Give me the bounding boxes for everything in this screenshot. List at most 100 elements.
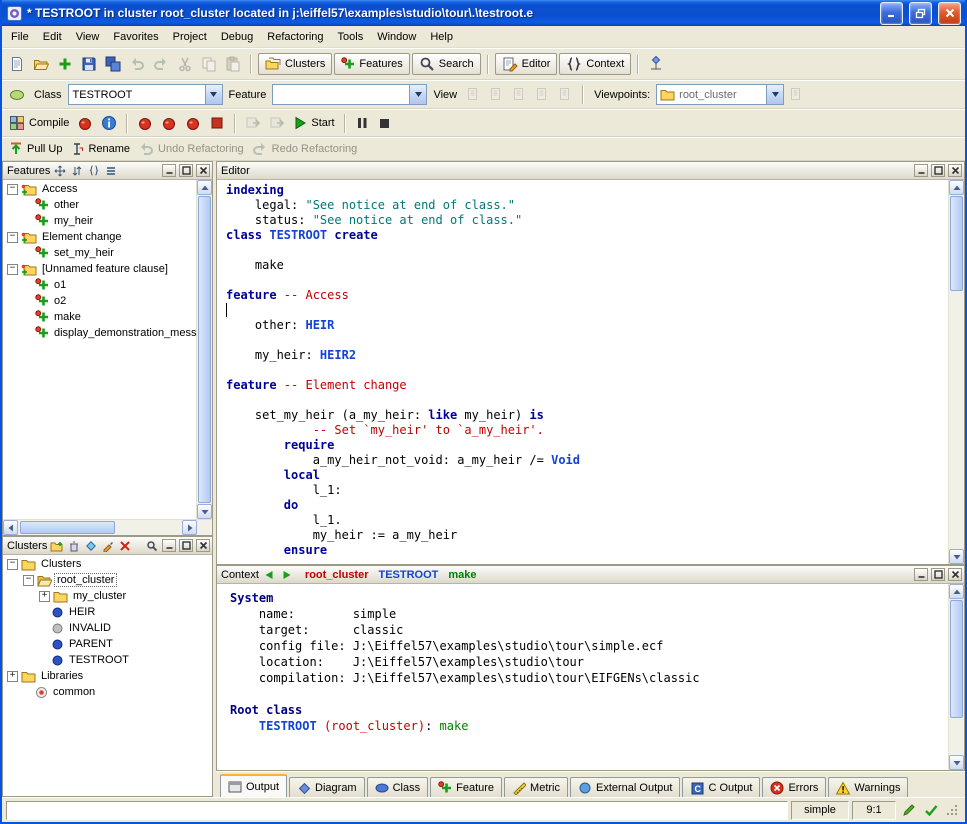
scroll-track[interactable] (197, 195, 212, 504)
features-list-button[interactable] (103, 164, 118, 178)
scroll-thumb[interactable] (20, 521, 115, 534)
scroll-up-button[interactable] (197, 180, 212, 195)
features-move-button[interactable] (52, 164, 67, 178)
menu-edit[interactable]: Edit (36, 28, 69, 46)
collapse-toggle[interactable]: − (7, 559, 18, 570)
tab-feature[interactable]: Feature (430, 777, 502, 797)
context-minimize-button[interactable] (914, 568, 928, 581)
class-view-button[interactable] (6, 84, 28, 106)
features-minimize-button[interactable] (162, 164, 176, 177)
scroll-thumb[interactable] (950, 196, 963, 291)
editor-code-area[interactable]: indexing legal: "See notice at end of cl… (217, 180, 948, 564)
open-button[interactable] (30, 53, 52, 75)
context-crumb-feature[interactable]: make (448, 569, 476, 581)
context-text-area[interactable]: System name: simple target: classic conf… (217, 584, 948, 770)
tree-item-my-heir[interactable]: my_heir (3, 213, 196, 229)
save-all-button[interactable] (102, 53, 124, 75)
close-button[interactable] (938, 2, 961, 25)
context-toggle-button[interactable]: Context (559, 53, 631, 75)
edit-cluster-button[interactable] (100, 539, 115, 553)
view-clickable-button[interactable] (486, 84, 507, 105)
tree-item-o2[interactable]: o2 (3, 293, 196, 309)
collapse-toggle[interactable]: − (7, 232, 18, 243)
context-maximize-button[interactable] (931, 568, 945, 581)
save-button[interactable] (78, 53, 100, 75)
context-close-button[interactable] (948, 568, 962, 581)
view-contract-button[interactable] (532, 84, 553, 105)
tree-item-other[interactable]: other (3, 197, 196, 213)
scroll-thumb[interactable] (950, 600, 963, 718)
info-button[interactable] (98, 112, 120, 134)
tree-item-o1[interactable]: o1 (3, 277, 196, 293)
tab-metric[interactable]: Metric (504, 777, 568, 797)
menu-help[interactable]: Help (423, 28, 460, 46)
step-over-button[interactable] (242, 112, 264, 134)
step-into-button[interactable] (266, 112, 288, 134)
scroll-track[interactable] (949, 599, 964, 755)
tab-warnings[interactable]: Warnings (828, 777, 908, 797)
diagram-view-button[interactable] (83, 539, 98, 553)
clusters-close-button[interactable] (196, 539, 210, 552)
menu-file[interactable]: File (4, 28, 36, 46)
feature-combo[interactable] (272, 84, 427, 105)
rename-button[interactable]: Rename (67, 139, 133, 159)
collapse-toggle[interactable]: − (7, 264, 18, 275)
new-cluster-button[interactable] (49, 539, 64, 553)
pull-up-button[interactable]: Pull Up (6, 139, 65, 159)
class-combo[interactable]: TESTROOT (68, 84, 223, 105)
clusters-search-button[interactable] (144, 539, 159, 553)
resize-grip[interactable] (943, 801, 962, 820)
compile-button[interactable]: Compile (6, 112, 72, 134)
features-sort-button[interactable] (69, 164, 84, 178)
viewpoints-extra-button[interactable] (786, 84, 807, 105)
clusters-maximize-button[interactable] (179, 539, 193, 552)
context-crumb-class[interactable]: TESTROOT (379, 569, 439, 581)
scroll-up-button[interactable] (949, 180, 964, 195)
tab-output[interactable]: Output (220, 774, 287, 797)
features-clauses-button[interactable] (86, 164, 101, 178)
tree-item-clusters[interactable]: −Clusters (3, 556, 212, 572)
tree-item-make[interactable]: make (3, 309, 196, 325)
menu-tools[interactable]: Tools (331, 28, 371, 46)
scroll-thumb[interactable] (198, 196, 211, 503)
tree-item-my-cluster[interactable]: +my_cluster (3, 588, 212, 604)
cut-button[interactable] (174, 53, 196, 75)
remove-cluster-button[interactable] (117, 539, 132, 553)
search-toggle-button[interactable]: Search (412, 53, 481, 75)
tree-item-root-cluster[interactable]: −root_cluster (3, 572, 212, 588)
collapse-toggle[interactable]: − (23, 575, 34, 586)
tree-item-invalid[interactable]: INVALID (3, 620, 212, 636)
tab-c-output[interactable]: CC Output (682, 777, 760, 797)
tree-item-display-demonstration-messa[interactable]: display_demonstration_messa (3, 325, 196, 341)
add-button[interactable] (54, 53, 76, 75)
menu-view[interactable]: View (69, 28, 107, 46)
tree-item-libraries[interactable]: +Libraries (3, 668, 212, 684)
pause-button[interactable] (352, 113, 372, 133)
class-combo-dropdown[interactable] (205, 85, 222, 104)
view-basic-button[interactable] (463, 84, 484, 105)
tree-item-testroot[interactable]: TESTROOT (3, 652, 212, 668)
tree-item-access[interactable]: −Access (3, 181, 196, 197)
tree-item-unnamed-feature-clause[interactable]: −[Unnamed feature clause] (3, 261, 196, 277)
undo-refactoring-button[interactable]: Undo Refactoring (135, 138, 247, 160)
tree-item-parent[interactable]: PARENT (3, 636, 212, 652)
viewpoints-combo-dropdown[interactable] (766, 85, 783, 104)
editor-toggle-button[interactable]: Editor (495, 53, 558, 75)
features-toggle-button[interactable]: Features (334, 53, 409, 75)
finalize-button[interactable] (182, 112, 204, 134)
title-bar[interactable]: * TESTROOT in cluster root_cluster locat… (2, 0, 965, 26)
tab-class[interactable]: Class (367, 777, 429, 797)
tab-external-output[interactable]: External Output (570, 777, 680, 797)
minimize-button[interactable] (880, 2, 903, 25)
expand-toggle[interactable]: + (39, 591, 50, 602)
menu-debug[interactable]: Debug (214, 28, 260, 46)
delete-cluster-button[interactable] (66, 539, 81, 553)
feature-combo-dropdown[interactable] (409, 85, 426, 104)
restore-button[interactable] (909, 2, 932, 25)
redo-refactoring-button[interactable]: Redo Refactoring (249, 138, 361, 160)
tree-item-common[interactable]: common (3, 684, 212, 700)
precompile-button[interactable] (206, 112, 228, 134)
features-close-button[interactable] (196, 164, 210, 177)
scroll-down-button[interactable] (949, 755, 964, 770)
scroll-down-button[interactable] (197, 504, 212, 519)
